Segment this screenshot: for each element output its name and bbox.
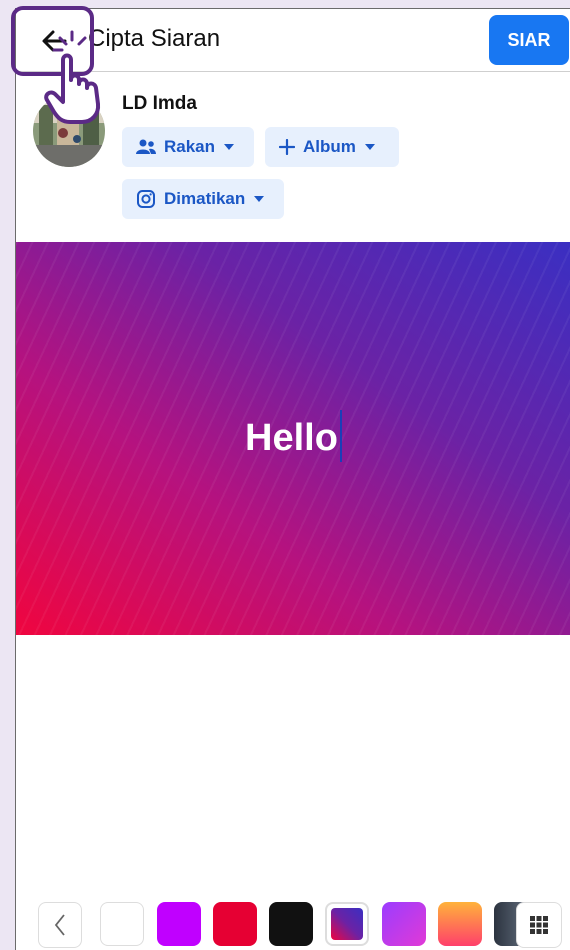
avatar[interactable] bbox=[33, 95, 105, 167]
instagram-label: Dimatikan bbox=[164, 189, 246, 208]
audience-selector[interactable]: Rakan bbox=[122, 127, 254, 167]
avatar-photo bbox=[33, 95, 105, 167]
swatch-black[interactable] bbox=[269, 902, 313, 946]
more-backgrounds-button[interactable] bbox=[516, 902, 562, 948]
page-title: Cipta Siaran bbox=[88, 25, 221, 52]
post-text: Hello bbox=[245, 417, 338, 459]
swatch-red[interactable] bbox=[213, 902, 257, 946]
post-button[interactable]: SIAR bbox=[489, 15, 569, 65]
instagram-selector[interactable]: Dimatikan bbox=[122, 179, 284, 219]
album-selector[interactable]: Album bbox=[265, 127, 399, 167]
friends-icon bbox=[136, 139, 156, 154]
background-palette bbox=[16, 890, 570, 950]
caret-down-icon bbox=[254, 196, 265, 202]
palette-back-button[interactable] bbox=[38, 902, 82, 948]
audience-label: Rakan bbox=[164, 137, 216, 156]
plus-icon bbox=[279, 139, 295, 155]
caret-down-icon bbox=[364, 144, 375, 150]
swatch-violet-gradient[interactable] bbox=[382, 902, 426, 946]
post-text-input[interactable]: Hello bbox=[16, 409, 570, 462]
grid-icon bbox=[530, 916, 548, 934]
text-cursor bbox=[339, 409, 342, 462]
instagram-icon bbox=[137, 190, 155, 208]
top-bar: Cipta Siaran SIAR bbox=[16, 9, 570, 72]
screen: Cipta Siaran SIAR LD Imda Rakan Album Di… bbox=[15, 8, 570, 950]
swatch-white[interactable] bbox=[100, 902, 144, 946]
back-arrow-icon bbox=[42, 30, 67, 52]
album-label: Album bbox=[303, 137, 356, 156]
post-background-canvas[interactable]: Hello bbox=[16, 242, 570, 635]
user-name: LD Imda bbox=[122, 93, 197, 114]
back-button[interactable] bbox=[16, 11, 92, 71]
swatch-orange-gradient[interactable] bbox=[438, 902, 482, 946]
chevron-left-icon bbox=[54, 914, 65, 936]
swatch-purple[interactable] bbox=[157, 902, 201, 946]
swatch-gradient-selected[interactable] bbox=[325, 902, 369, 946]
caret-down-icon bbox=[224, 144, 235, 150]
